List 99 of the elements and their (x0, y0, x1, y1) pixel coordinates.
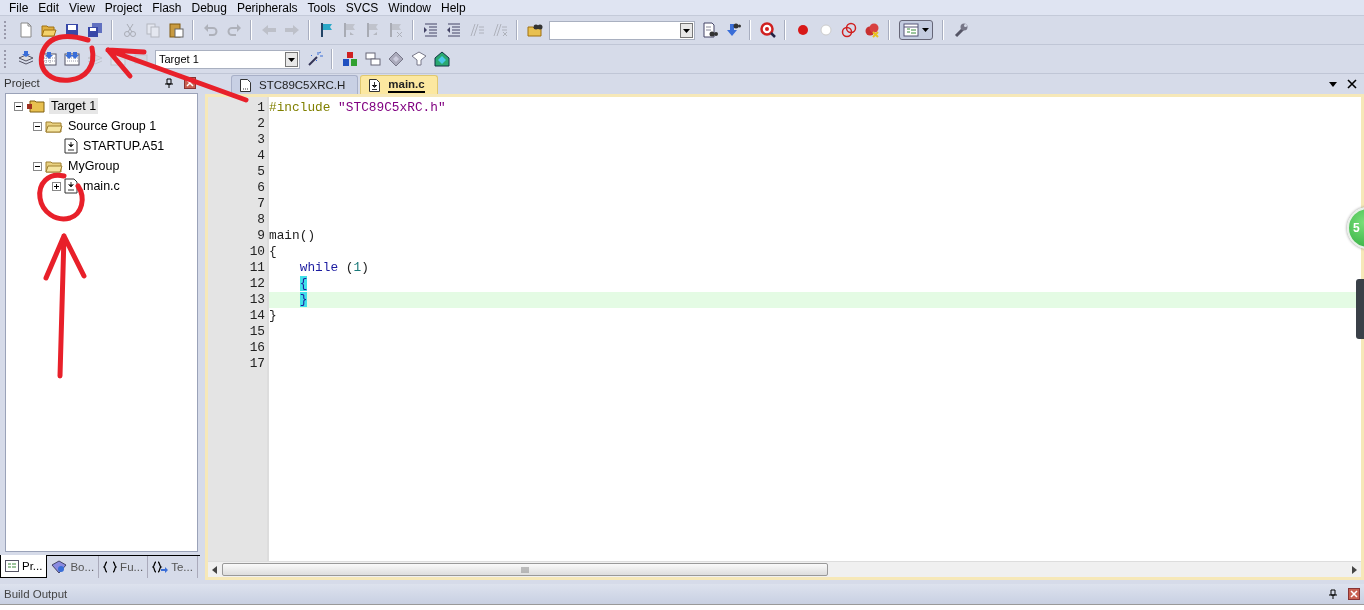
save-all-icon[interactable] (86, 22, 103, 38)
line-number: 3 (256, 132, 266, 148)
code-line: #include "STC89C5xRC.h" (269, 100, 446, 115)
diamond-icon[interactable] (387, 51, 404, 67)
breakpoint-cross-icon[interactable] (863, 22, 880, 38)
line-number: 14 (248, 308, 266, 324)
target-folder-icon (26, 98, 46, 114)
line-number: 11 (248, 260, 266, 276)
line-number: 4 (256, 148, 266, 164)
magnifier-icon[interactable] (759, 22, 776, 38)
line-number: 7 (256, 196, 266, 212)
line-number: 13 (248, 292, 266, 308)
folder-icon (45, 118, 63, 134)
funnel-icon[interactable] (410, 51, 427, 67)
menu-item[interactable]: Window (383, 0, 436, 15)
pin-icon[interactable] (164, 78, 174, 88)
menu-item[interactable]: SVCS (340, 0, 384, 15)
indent-icon[interactable] (422, 22, 439, 38)
menu-item[interactable]: Peripherals (231, 0, 303, 15)
diamond-box-icon[interactable] (433, 51, 450, 67)
code-line: } (269, 308, 277, 323)
side-handle[interactable] (1356, 279, 1364, 339)
line-number: 12 (248, 276, 266, 292)
template-braces-icon (152, 561, 169, 573)
scroll-left-icon[interactable] (212, 565, 218, 574)
window-icon (903, 23, 919, 37)
open-folder-icon[interactable] (40, 22, 57, 38)
binoculars-page-icon[interactable] (701, 22, 718, 38)
collapse-toggle[interactable] (33, 161, 42, 171)
menu-item[interactable]: View (64, 0, 100, 15)
paste-icon[interactable] (167, 22, 184, 38)
code-line: while (1) (298, 260, 369, 275)
caret-icon (922, 28, 929, 32)
book-icon (51, 560, 68, 574)
panel-title: Project (4, 77, 41, 89)
tree-item[interactable]: STARTUP.A51 (81, 138, 167, 154)
menu-item[interactable]: Flash (147, 0, 187, 15)
line-number: 10 (248, 244, 266, 260)
new-file-icon[interactable] (17, 22, 34, 38)
line-number: 1 (256, 100, 266, 116)
line-number: 17 (248, 356, 266, 372)
close-icon[interactable] (184, 77, 196, 89)
grip-icon (521, 566, 529, 573)
panel-tab[interactable]: Pr... (0, 555, 48, 578)
line-number: 16 (248, 340, 266, 356)
file-tab[interactable]: STC89C5XRC.H (231, 75, 359, 94)
menu-item[interactable]: File (4, 0, 34, 15)
scroll-right-icon[interactable] (1351, 565, 1357, 574)
menu-item[interactable]: Tools (302, 0, 341, 15)
code-line: main() (269, 228, 316, 243)
expand-toggle[interactable] (52, 181, 61, 191)
braces-icon (103, 561, 118, 573)
tree-item[interactable]: MyGroup (66, 158, 122, 174)
line-number: 6 (256, 180, 266, 196)
close-icon[interactable] (1347, 79, 1357, 89)
panel-title: Build Output (4, 588, 69, 600)
double-ring-icon[interactable] (840, 22, 857, 38)
file-icon (64, 178, 78, 194)
menu-item[interactable]: Debug (186, 0, 232, 15)
close-icon[interactable] (1348, 588, 1360, 600)
menu-item[interactable]: Edit (33, 0, 65, 15)
tree-item[interactable]: main.c (81, 178, 122, 194)
magic-wand-icon[interactable] (306, 51, 323, 67)
file-icon (369, 78, 381, 92)
line-number: 15 (248, 324, 266, 340)
panel-tab[interactable]: Bo... (47, 556, 100, 578)
rebuild-grid-icon[interactable] (63, 51, 80, 67)
menu-item[interactable]: Project (99, 0, 148, 15)
folder-icon (45, 158, 63, 174)
dropdown-caret-icon[interactable] (1328, 79, 1338, 89)
binoculars-arrow-icon[interactable] (724, 22, 741, 38)
file-icon (64, 138, 78, 154)
tree-item[interactable]: Source Group 1 (66, 118, 159, 134)
stacked-windows-icon[interactable] (364, 51, 381, 67)
flag-icon[interactable] (318, 22, 335, 38)
window-layout-button[interactable] (899, 20, 933, 40)
line-number: 8 (256, 212, 266, 228)
stack-arrow-icon[interactable] (17, 51, 34, 67)
menu-item[interactable]: Help (436, 0, 471, 15)
find-field[interactable] (549, 20, 695, 40)
line-number: 5 (256, 164, 266, 180)
file-tab[interactable]: main.c (360, 75, 438, 94)
colored-blocks-icon[interactable] (341, 51, 358, 67)
target-dropdown[interactable]: Target 1 (155, 49, 300, 69)
collapse-toggle[interactable] (33, 121, 42, 131)
panel-tab[interactable]: Te... (148, 556, 198, 578)
pin-icon[interactable] (1328, 589, 1338, 599)
line-number: 2 (256, 116, 266, 132)
code-line: { (269, 244, 277, 259)
unindent-icon[interactable] (445, 22, 462, 38)
horizontal-scrollbar[interactable] (208, 561, 1361, 577)
project-window-icon (5, 560, 19, 572)
binoculars-folder-icon[interactable] (526, 22, 543, 38)
wrench-icon[interactable] (952, 22, 969, 38)
panel-tab[interactable]: Fu... (99, 556, 149, 578)
line-number: 9 (256, 228, 266, 244)
file-icon (240, 78, 251, 92)
collapse-toggle[interactable] (14, 101, 23, 111)
tree-item[interactable]: Target 1 (49, 98, 99, 114)
